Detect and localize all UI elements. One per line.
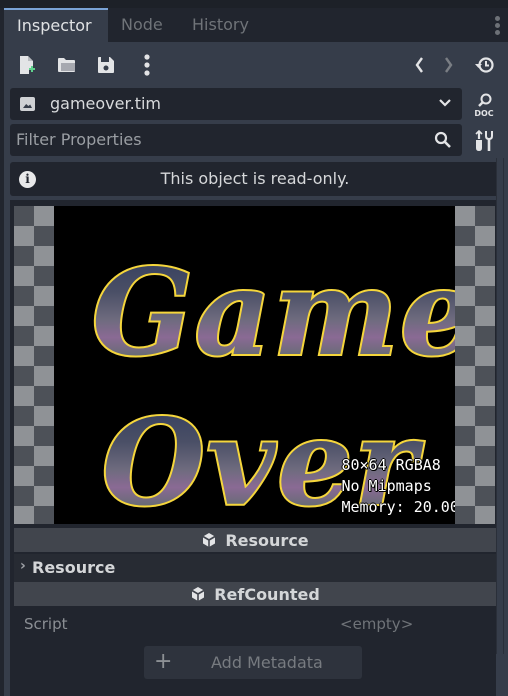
cube-icon: [191, 587, 205, 601]
doc-search-icon: DOC: [474, 93, 494, 118]
tab-history[interactable]: History: [182, 8, 259, 42]
inspector-panel: gameover.tim DOC Filter Properties i Thi…: [4, 42, 508, 696]
property-value[interactable]: <empty>: [340, 615, 413, 633]
property-name: Script: [24, 615, 68, 633]
read-only-text: This object is read-only.: [160, 169, 350, 188]
svg-text:DOC: DOC: [474, 109, 493, 118]
open-folder-icon: [58, 58, 76, 72]
forward-icon: [445, 57, 453, 73]
resource-picker[interactable]: gameover.tim: [10, 88, 462, 120]
vertical-scrollbar[interactable]: [496, 158, 504, 654]
dock-tab-bar: Inspector Node History: [0, 8, 508, 42]
new-resource-button[interactable]: [16, 54, 38, 76]
inspector-toolbar: [4, 42, 508, 86]
texture-image: Game Over 80×64 RGBA8 No Mipmaps Memory:…: [54, 206, 455, 524]
tools-icon: [475, 129, 493, 151]
plus-icon: +: [154, 649, 173, 674]
save-icon: [98, 57, 114, 73]
checker-background: [455, 206, 495, 524]
dot: [494, 23, 500, 28]
dot: [494, 16, 500, 21]
checker-background: [14, 206, 54, 524]
open-resource-button[interactable]: [56, 54, 78, 76]
texture-info-overlay: 80×64 RGBA8 No Mipmaps Memory: 20.00 KiB: [341, 455, 455, 518]
property-group-label: Resource: [32, 558, 116, 577]
history-icon: [475, 57, 494, 73]
image-texture-icon: [20, 97, 35, 111]
filter-properties-input[interactable]: Filter Properties: [10, 124, 462, 156]
add-metadata-label: Add Metadata: [211, 653, 323, 672]
texture-memory: Memory: 20.00 KiB: [341, 498, 455, 516]
inspector-property-list: Game Over 80×64 RGBA8 No Mipmaps Memory:…: [10, 200, 496, 696]
property-row-script[interactable]: Script <empty>: [14, 610, 496, 640]
tab-inspector[interactable]: Inspector: [4, 8, 108, 42]
history-back-button[interactable]: [408, 54, 430, 76]
read-only-notice: i This object is read-only.: [10, 162, 500, 196]
more-options-icon: [144, 54, 150, 76]
texture-size-format: 80×64 RGBA8: [341, 456, 441, 474]
section-header-refcounted: RefCounted: [14, 582, 496, 606]
resource-name: gameover.tim: [50, 94, 161, 113]
resource-extra-options-button[interactable]: [136, 54, 158, 76]
filter-placeholder: Filter Properties: [16, 130, 142, 149]
game-text: Game: [92, 243, 455, 382]
save-resource-button[interactable]: [95, 54, 117, 76]
top-strip: [0, 0, 508, 8]
history-forward-button[interactable]: [438, 54, 460, 76]
dock-menu-button[interactable]: [492, 16, 502, 36]
property-group-resource[interactable]: › Resource: [14, 554, 496, 582]
scrollbar-thumb[interactable]: [497, 158, 503, 654]
open-documentation-button[interactable]: DOC: [472, 92, 496, 118]
object-history-button[interactable]: [474, 54, 496, 76]
tab-node[interactable]: Node: [111, 8, 173, 42]
section-header-resource: Resource: [14, 528, 496, 552]
inspector-tools-button[interactable]: [474, 129, 494, 152]
section-header-label: Resource: [225, 530, 309, 550]
add-metadata-button[interactable]: + Add Metadata: [144, 646, 362, 679]
section-header-label: RefCounted: [214, 584, 320, 604]
game-word: Game: [90, 241, 455, 384]
back-icon: [415, 57, 423, 73]
chevron-down-icon: [439, 99, 451, 107]
search-icon: [434, 131, 451, 148]
texture-preview: Game Over 80×64 RGBA8 No Mipmaps Memory:…: [14, 204, 496, 524]
chevron-right-icon: ›: [20, 558, 26, 574]
new-resource-icon: [20, 56, 35, 74]
dot: [494, 30, 500, 35]
cube-icon: [202, 533, 216, 547]
texture-mipmaps: No Mipmaps: [341, 477, 432, 495]
